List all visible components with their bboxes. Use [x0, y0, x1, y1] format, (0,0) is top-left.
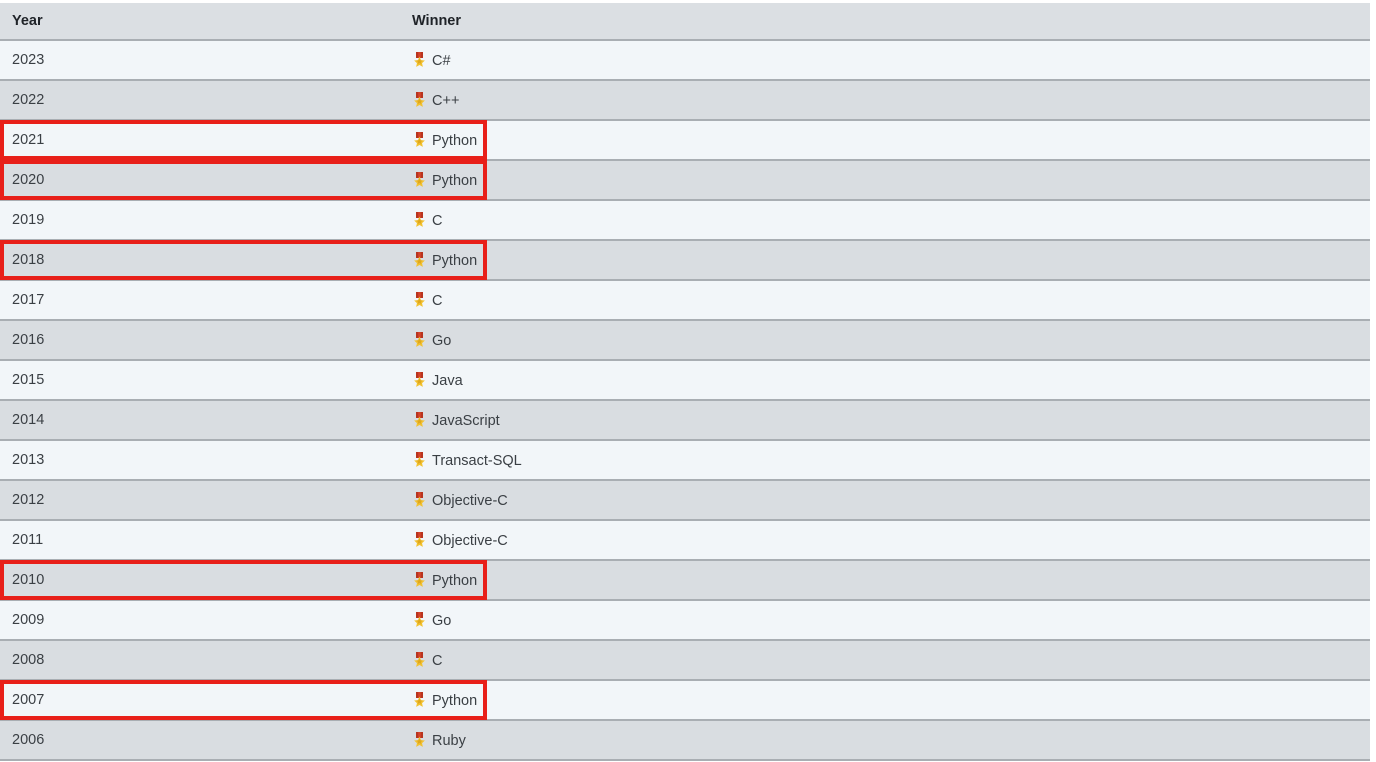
medal-icon	[412, 531, 427, 548]
column-header-winner[interactable]: Winner	[404, 3, 1370, 41]
cell-year: 2015	[0, 360, 404, 400]
cell-winner: C#	[404, 40, 1370, 80]
winner-language-label: JavaScript	[432, 412, 500, 429]
medal-icon	[412, 131, 427, 148]
medal-icon	[412, 251, 427, 268]
table-row[interactable]: 2014 JavaScript	[0, 399, 1370, 441]
winner-language-label: C	[432, 652, 443, 669]
cell-winner: C	[404, 639, 1370, 681]
cell-winner: Java	[404, 360, 1370, 400]
winner-language-label: Go	[432, 332, 452, 349]
winner-language-label: Go	[432, 612, 452, 629]
cell-winner: Python	[404, 680, 1370, 720]
table-row[interactable]: 2018 Python	[0, 239, 1370, 281]
cell-winner: Objective-C	[404, 479, 1370, 521]
winner-language-label: C#	[432, 52, 451, 69]
medal-icon	[412, 411, 427, 428]
cell-winner: Ruby	[404, 719, 1370, 761]
table-row[interactable]: 2006 Ruby	[0, 719, 1370, 761]
winner-language-label: Python	[432, 172, 478, 189]
medal-icon	[412, 91, 427, 108]
table-row[interactable]: 2013 Transact-SQL	[0, 440, 1370, 480]
medal-icon	[412, 451, 427, 468]
cell-year: 2014	[0, 399, 404, 441]
page-root: Year Winner 2023 C# 2022 C++ 2021 Python 2020 P…	[0, 0, 1376, 762]
winner-language-label: Python	[432, 572, 478, 589]
cell-winner: Objective-C	[404, 520, 1370, 560]
table-row[interactable]: 2011 Objective-C	[0, 520, 1370, 560]
winner-language-label: Java	[432, 372, 463, 389]
cell-year: 2008	[0, 639, 404, 681]
medal-icon	[412, 491, 427, 508]
table-body: 2023 C# 2022 C++ 2021 Python 2020 Python 2019 C 20…	[0, 40, 1370, 761]
winner-language-label: C	[432, 212, 443, 229]
cell-year: 2021	[0, 120, 404, 160]
cell-year: 2018	[0, 239, 404, 281]
cell-year: 2022	[0, 79, 404, 121]
medal-icon	[412, 731, 427, 748]
medal-icon	[412, 51, 427, 68]
winner-language-label: Transact-SQL	[432, 452, 522, 469]
table-row[interactable]: 2012 Objective-C	[0, 479, 1370, 521]
medal-icon	[412, 611, 427, 628]
cell-year: 2013	[0, 440, 404, 480]
cell-winner: Python	[404, 239, 1370, 281]
winner-language-label: Python	[432, 252, 478, 269]
column-header-year[interactable]: Year	[0, 3, 404, 41]
cell-winner: JavaScript	[404, 399, 1370, 441]
winner-language-label: Python	[432, 132, 478, 149]
winners-table-container: Year Winner 2023 C# 2022 C++ 2021 Python 2020 P…	[0, 3, 1370, 761]
cell-winner: C	[404, 200, 1370, 240]
table-row[interactable]: 2016 Go	[0, 319, 1370, 361]
medal-icon	[412, 371, 427, 388]
table-row[interactable]: 2017 C	[0, 280, 1370, 320]
winner-language-label: C	[432, 292, 443, 309]
cell-winner: Python	[404, 159, 1370, 201]
cell-year: 2012	[0, 479, 404, 521]
cell-winner: Transact-SQL	[404, 440, 1370, 480]
table-row[interactable]: 2010 Python	[0, 559, 1370, 601]
cell-year: 2006	[0, 719, 404, 761]
medal-icon	[412, 291, 427, 308]
winner-language-label: Objective-C	[432, 532, 508, 549]
table-row[interactable]: 2020 Python	[0, 159, 1370, 201]
winner-language-label: Objective-C	[432, 492, 508, 509]
table-row[interactable]: 2008 C	[0, 639, 1370, 681]
table-row[interactable]: 2021 Python	[0, 120, 1370, 160]
cell-winner: Go	[404, 319, 1370, 361]
winner-language-label: Ruby	[432, 732, 466, 749]
cell-year: 2020	[0, 159, 404, 201]
winners-table: Year Winner 2023 C# 2022 C++ 2021 Python 2020 P…	[0, 3, 1370, 761]
cell-year: 2010	[0, 559, 404, 601]
cell-winner: C++	[404, 79, 1370, 121]
cell-winner: Python	[404, 559, 1370, 601]
cell-year: 2023	[0, 40, 404, 80]
cell-winner: C	[404, 280, 1370, 320]
cell-winner: Go	[404, 600, 1370, 640]
winner-language-label: Python	[432, 692, 478, 709]
table-row[interactable]: 2015 Java	[0, 360, 1370, 400]
cell-year: 2007	[0, 680, 404, 720]
medal-icon	[412, 691, 427, 708]
winner-language-label: C++	[432, 92, 460, 109]
cell-winner: Python	[404, 120, 1370, 160]
cell-year: 2011	[0, 520, 404, 560]
table-row[interactable]: 2007 Python	[0, 680, 1370, 720]
medal-icon	[412, 651, 427, 668]
medal-icon	[412, 571, 427, 588]
table-header: Year Winner	[0, 3, 1370, 41]
table-row[interactable]: 2022 C++	[0, 79, 1370, 121]
cell-year: 2019	[0, 200, 404, 240]
medal-icon	[412, 331, 427, 348]
table-row[interactable]: 2023 C#	[0, 40, 1370, 80]
medal-icon	[412, 171, 427, 188]
table-row[interactable]: 2009 Go	[0, 600, 1370, 640]
table-row[interactable]: 2019 C	[0, 200, 1370, 240]
cell-year: 2017	[0, 280, 404, 320]
cell-year: 2009	[0, 600, 404, 640]
medal-icon	[412, 211, 427, 228]
cell-year: 2016	[0, 319, 404, 361]
table-header-row: Year Winner	[0, 3, 1370, 41]
